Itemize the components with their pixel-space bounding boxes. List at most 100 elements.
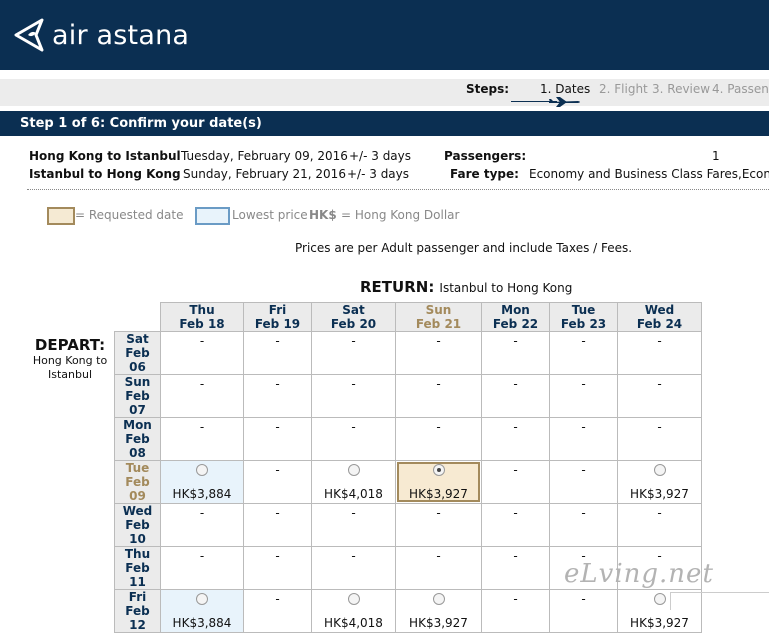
row-day: Thu <box>124 547 151 561</box>
empty-fare-cell: - <box>481 503 550 547</box>
passengers-label: Passengers: <box>444 149 527 163</box>
header-bar: air astana <box>0 0 769 70</box>
no-fare-dash: - <box>275 420 280 434</box>
empty-fare-cell: - <box>311 374 396 418</box>
column-day: Tue <box>571 303 596 317</box>
column-date: Feb 24 <box>636 317 683 331</box>
column-day: Fri <box>268 303 287 317</box>
depart-label: DEPART: <box>34 336 106 354</box>
fare-cell[interactable]: HK$4,018 <box>311 460 396 504</box>
fare-radio-button[interactable] <box>347 464 360 476</box>
row-date: Feb 09 <box>125 475 150 503</box>
empty-fare-cell: - <box>549 589 618 633</box>
row-day: Wed <box>122 504 153 518</box>
empty-fare-cell: - <box>311 417 396 461</box>
return-label: RETURN: <box>360 278 435 296</box>
price-note: Prices are per Adult passenger and inclu… <box>295 241 633 255</box>
no-fare-dash: - <box>199 506 205 520</box>
no-fare-dash: - <box>351 420 356 434</box>
empty-fare-cell: - <box>481 460 550 504</box>
empty-fare-cell: - <box>395 417 482 461</box>
no-fare-dash: - <box>581 334 586 348</box>
page-title: Step 1 of 6: Confirm your date(s) <box>20 116 262 131</box>
lowest-price-legend: Lowest price <box>232 208 308 222</box>
step-review: 3. Review <box>652 82 711 96</box>
fare-radio-button[interactable] <box>653 593 666 605</box>
step-flight: 2. Flight <box>599 82 648 96</box>
fare-price: HK$3,884 <box>172 616 232 630</box>
no-fare-dash: - <box>436 506 441 520</box>
no-fare-dash: - <box>275 377 280 391</box>
page-title-bar: Step 1 of 6: Confirm your date(s) <box>0 111 769 136</box>
empty-fare-cell: - <box>481 546 550 590</box>
depart-route-label: Hong Kong to Istanbul <box>32 354 108 381</box>
no-fare-dash: - <box>351 549 356 563</box>
no-fare-dash: - <box>513 420 518 434</box>
empty-fare-cell: - <box>243 503 312 547</box>
return-date-column-header: Sun Feb 21 <box>395 302 482 332</box>
empty-fare-cell: - <box>481 417 550 461</box>
row-date: Feb 06 <box>125 346 150 374</box>
empty-fare-cell: - <box>311 503 396 547</box>
column-day: Sun <box>425 303 452 317</box>
empty-fare-cell: - <box>243 331 312 375</box>
fare-cell[interactable]: HK$3,884 <box>160 589 244 633</box>
fare-radio-button[interactable] <box>432 593 445 605</box>
fare-cell[interactable]: HK$3,927 <box>617 460 702 504</box>
steps-label: Steps: <box>466 82 510 96</box>
fare-type-value: Economy and Business Class Fares,Economy <box>529 167 769 181</box>
passengers-value: 1 <box>712 149 720 163</box>
brand-logo[interactable]: air astana <box>14 18 189 52</box>
return-date-column-header: Wed Feb 24 <box>617 302 702 332</box>
empty-fare-cell: - <box>617 417 702 461</box>
brand-name: air astana <box>52 19 190 51</box>
outbound-route: Hong Kong to Istanbul <box>29 149 181 163</box>
fare-radio-button[interactable] <box>432 464 445 476</box>
fare-radio-button[interactable] <box>653 464 666 476</box>
fare-cell[interactable]: HK$4,018 <box>311 589 396 633</box>
empty-fare-cell: - <box>160 331 244 375</box>
empty-fare-cell: - <box>311 331 396 375</box>
fare-cell[interactable]: HK$3,884 <box>160 460 244 504</box>
row-date: Feb 12 <box>125 604 150 632</box>
fare-type-label: Fare type: <box>450 167 519 181</box>
column-date: Feb 19 <box>254 317 301 331</box>
fare-price: HK$3,884 <box>172 487 232 501</box>
depart-date-row: Mon Feb 08 - - - - - - - <box>114 417 702 461</box>
depart-date-row: Wed Feb 10 - - - - - - - <box>114 503 702 547</box>
fare-radio-button[interactable] <box>196 464 208 476</box>
currency-legend: = Hong Kong Dollar <box>341 208 460 222</box>
fare-cell[interactable]: HK$3,927 <box>395 589 482 633</box>
no-fare-dash: - <box>513 549 518 563</box>
step-passengers: 4. Passeng <box>712 82 769 96</box>
empty-fare-cell: - <box>549 331 618 375</box>
empty-fare-cell: - <box>243 417 312 461</box>
column-date: Feb 23 <box>560 317 607 331</box>
requested-date-swatch <box>47 207 75 225</box>
fare-cell[interactable]: HK$3,927 <box>395 460 482 504</box>
no-fare-dash: - <box>657 506 662 520</box>
empty-fare-cell: - <box>243 589 312 633</box>
no-fare-dash: - <box>199 334 205 348</box>
no-fare-dash: - <box>513 506 518 520</box>
divider <box>27 189 769 190</box>
step-dates: 1. Dates <box>540 82 591 96</box>
no-fare-dash: - <box>275 592 280 606</box>
depart-date-row: Sun Feb 07 - - - - - - - <box>114 374 702 418</box>
depart-date-row: Tue Feb 09 HK$3,884 - HK$4,018 HK$3,927 - - HK$3… <box>114 460 702 504</box>
no-fare-dash: - <box>657 377 662 391</box>
column-day: Sat <box>342 303 365 317</box>
empty-fare-cell: - <box>617 374 702 418</box>
empty-fare-cell: - <box>617 331 702 375</box>
fare-radio-button[interactable] <box>196 593 208 605</box>
fare-price: HK$4,018 <box>324 616 383 630</box>
return-flex: +/- 3 days <box>347 167 410 181</box>
empty-fare-cell: - <box>481 331 550 375</box>
empty-fare-cell: - <box>243 460 312 504</box>
no-fare-dash: - <box>351 377 356 391</box>
return-route-label: Istanbul to Hong Kong <box>439 281 573 295</box>
row-day: Fri <box>128 590 147 604</box>
fare-radio-button[interactable] <box>347 593 360 605</box>
column-date: Feb 20 <box>330 317 377 331</box>
return-date-column-header: Thu Feb 18 <box>160 302 244 332</box>
